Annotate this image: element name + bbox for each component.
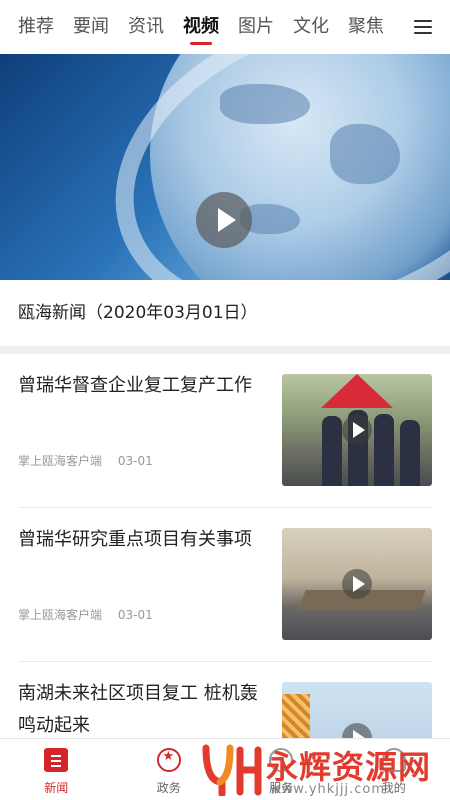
nav-news[interactable]: 新闻 [0,739,113,800]
list-item[interactable]: 曾瑞华研究重点项目有关事项 掌上瓯海客户端 03-01 [0,508,450,662]
tab-focus[interactable]: 聚焦 [348,0,384,54]
nav-label: 新闻 [44,781,69,795]
top-tab-bar: 推荐 要闻 资讯 视频 图片 文化 聚焦 [0,0,450,54]
news-icon [44,748,68,772]
tab-pictures[interactable]: 图片 [238,0,274,54]
tab-headlines[interactable]: 要闻 [73,0,109,54]
section-divider [0,346,450,354]
news-source: 掌上瓯海客户端 [18,608,103,622]
news-thumbnail [282,528,432,640]
menu-icon[interactable] [414,20,432,34]
watermark-logo-icon [202,744,262,796]
news-date: 03-01 [117,608,153,622]
play-icon[interactable] [342,415,372,445]
watermark: 永辉资源网 www.yhkjjj.com [200,742,436,800]
list-item[interactable]: 曾瑞华督查企业复工复产工作 掌上瓯海客户端 03-01 [0,354,450,508]
news-date: 03-01 [117,454,153,468]
tab-recommend[interactable]: 推荐 [18,0,54,54]
tab-video[interactable]: 视频 [183,0,219,54]
news-title: 曾瑞华督查企业复工复产工作 [18,375,252,396]
gov-icon [156,748,181,772]
play-icon[interactable] [342,569,372,599]
news-source: 掌上瓯海客户端 [18,454,103,468]
tab-info[interactable]: 资讯 [128,0,164,54]
news-meta: 掌上瓯海客户端 03-01 [18,452,165,469]
news-title: 南湖未来社区项目复工 桩机轰鸣动起来 [18,683,258,736]
watermark-url: www.yhkjjj.com [270,782,386,797]
news-title: 曾瑞华研究重点项目有关事项 [18,529,252,550]
news-meta: 掌上瓯海客户端 03-01 [18,606,165,623]
news-thumbnail [282,374,432,486]
hero-video[interactable] [0,54,450,280]
hero-video-title[interactable]: 瓯海新闻（2020年03月01日） [0,280,450,346]
play-icon[interactable] [196,192,252,248]
tab-culture[interactable]: 文化 [293,0,329,54]
